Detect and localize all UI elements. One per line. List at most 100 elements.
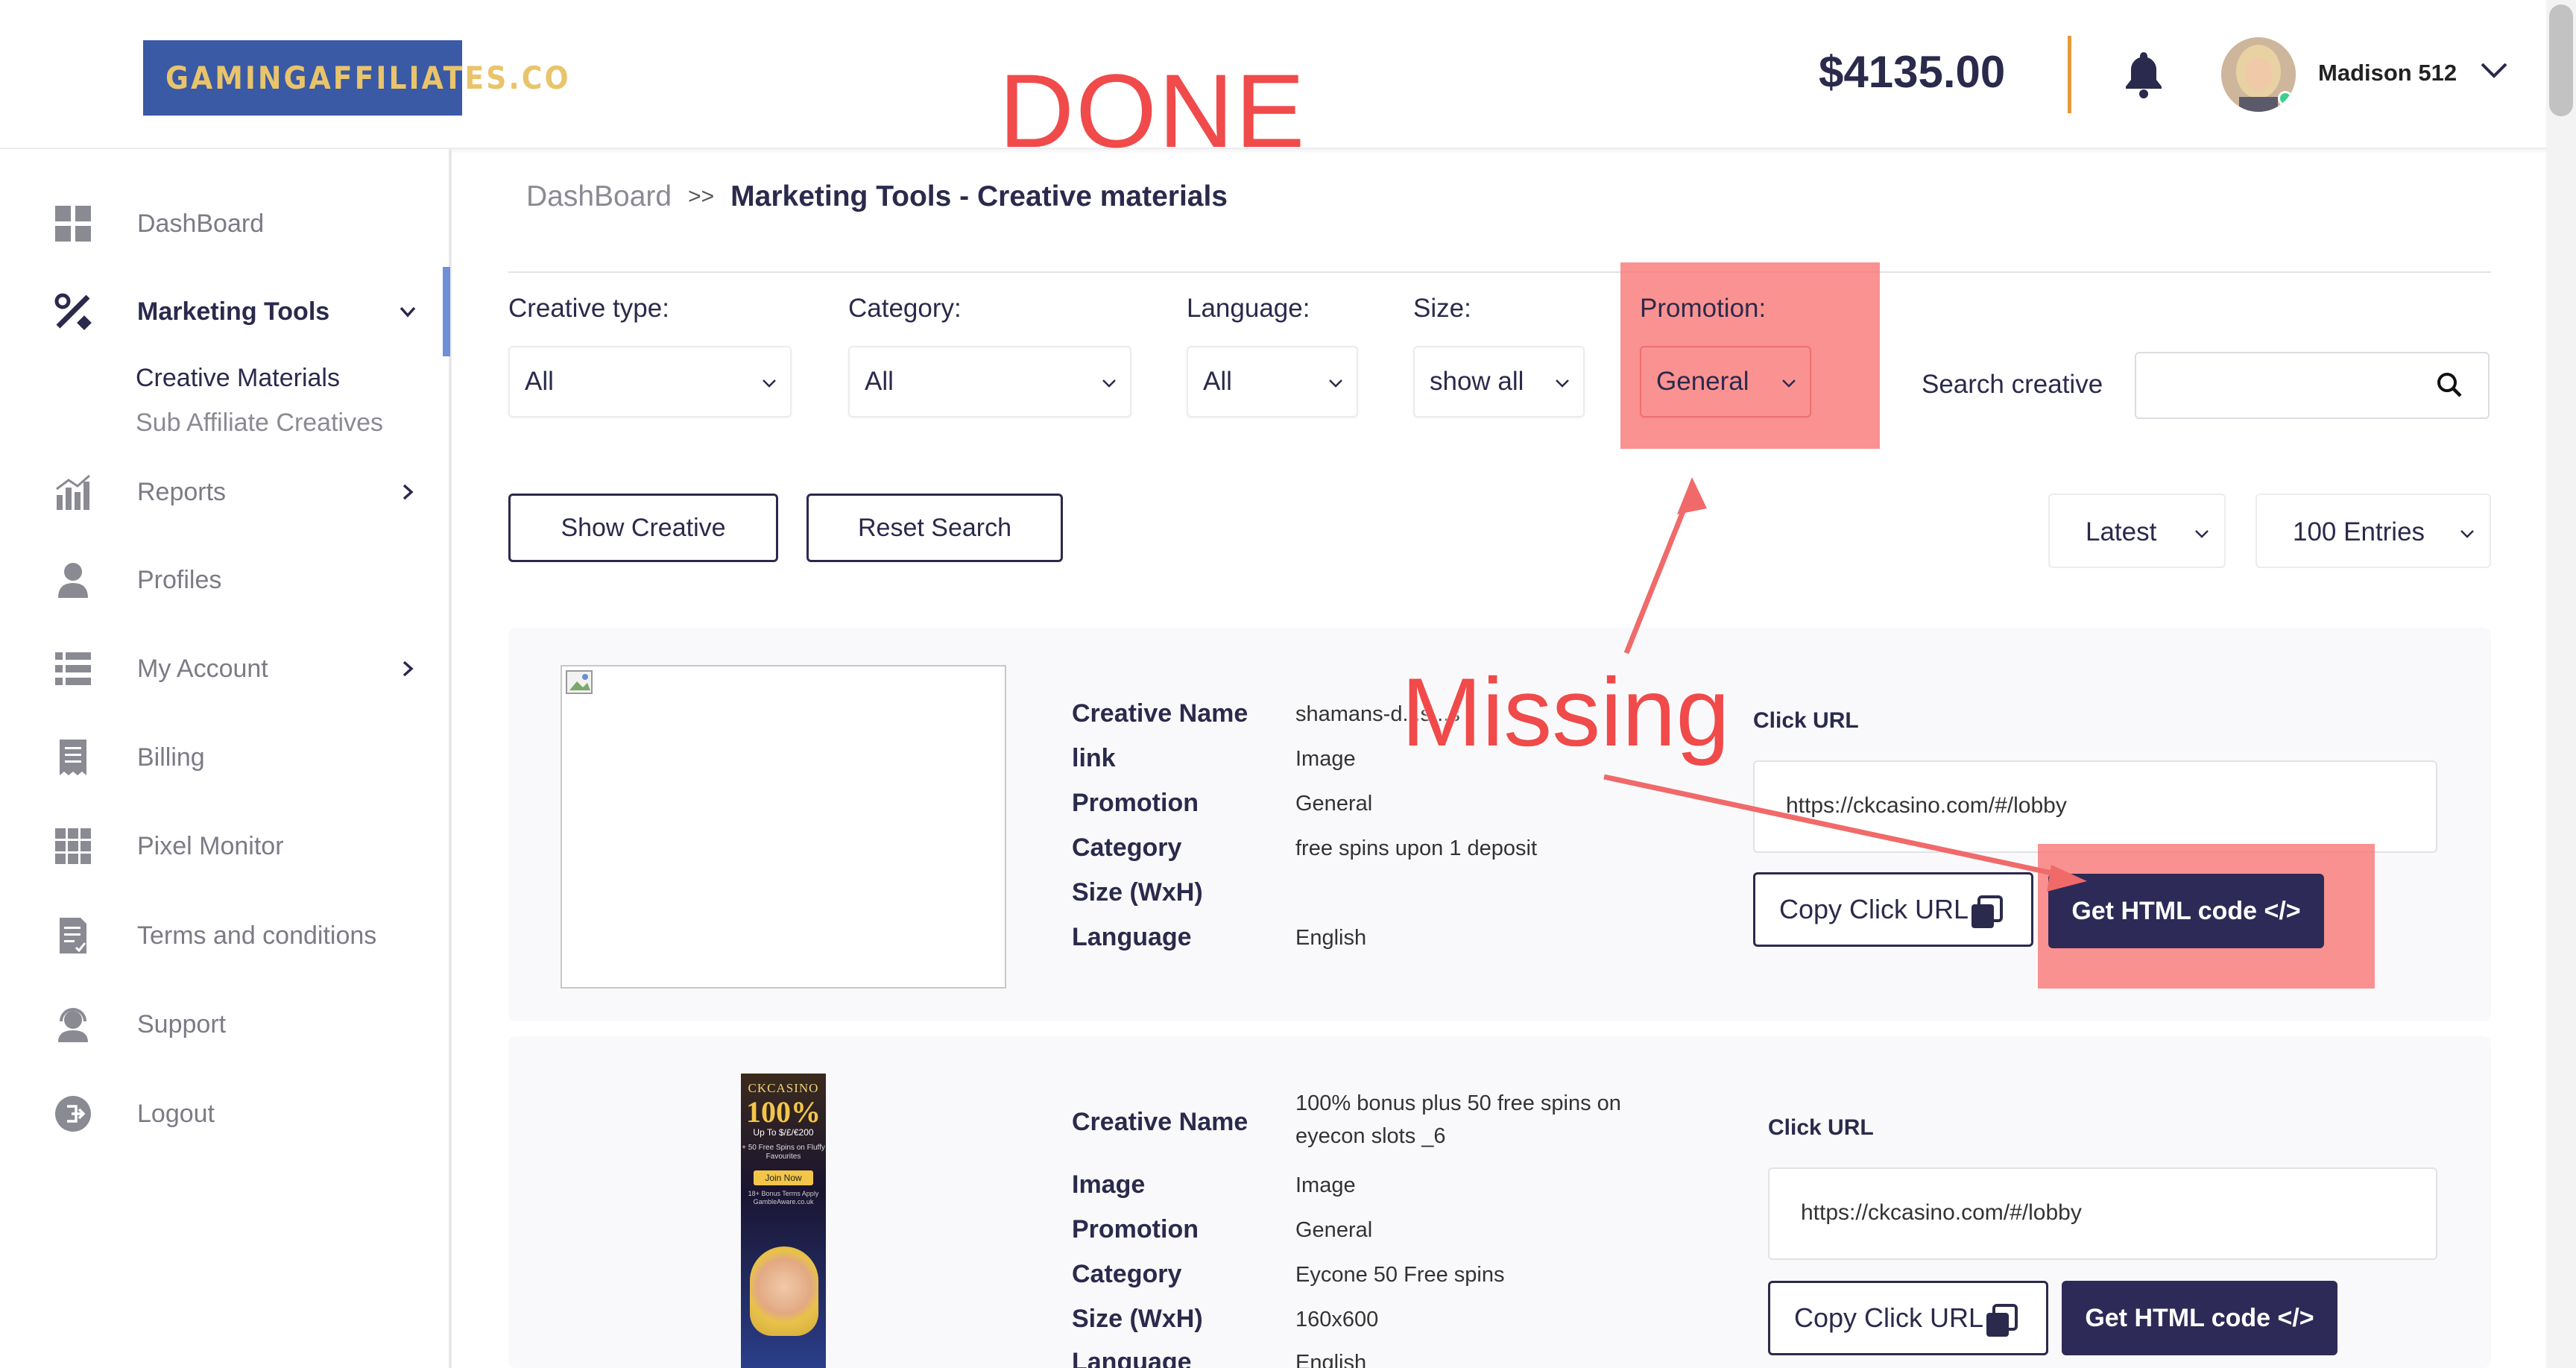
- click-url-label: Click URL: [1768, 1115, 1874, 1140]
- tools-icon: [54, 292, 92, 331]
- field-value: 160x600: [1295, 1308, 1379, 1331]
- field-key: Size (WxH): [1072, 1305, 1203, 1333]
- headset-icon: [54, 1005, 92, 1044]
- banner-cta: Join Now: [754, 1170, 813, 1185]
- size-value: show all: [1430, 367, 1524, 396]
- logout-icon: [54, 1094, 92, 1133]
- sidebar-subitem-sub-affiliate-creatives[interactable]: Sub Affiliate Creatives: [136, 409, 383, 438]
- click-url-value: https://ckcasino.com/#/lobby: [1801, 1200, 2082, 1225]
- language-label: Language:: [1187, 294, 1310, 323]
- chevron-right-icon[interactable]: [397, 481, 419, 503]
- username[interactable]: Madison 512: [2318, 60, 2457, 86]
- field-value: free spins upon 1 deposit: [1295, 836, 1538, 860]
- field-key: Creative Name: [1072, 699, 1248, 728]
- sidebar-item-terms[interactable]: Terms and conditions: [0, 906, 447, 965]
- language-value: All: [1203, 367, 1232, 396]
- field-value: Eycone 50 Free spins: [1295, 1263, 1505, 1287]
- field-value: General: [1295, 1218, 1373, 1242]
- dashboard-grid-icon: [54, 204, 92, 243]
- size-label: Size:: [1413, 294, 1471, 323]
- field-key: Promotion: [1072, 1215, 1199, 1244]
- balance-divider: [2068, 36, 2071, 113]
- chevron-down-icon: [1782, 379, 1796, 388]
- sidebar-item-label: DashBoard: [137, 209, 265, 238]
- breadcrumb: DashBoard >> Marketing Tools - Creative …: [526, 180, 1228, 213]
- annotation-done: DONE: [999, 52, 1307, 169]
- creative-thumbnail: [561, 665, 1006, 989]
- chevron-down-icon: [1102, 379, 1116, 388]
- click-url-field[interactable]: https://ckcasino.com/#/lobby: [1753, 760, 2437, 853]
- avatar[interactable]: [2221, 37, 2296, 112]
- field-key: Image: [1072, 1170, 1146, 1199]
- sidebar-item-label: My Account: [137, 654, 268, 683]
- chevron-down-icon: [2460, 530, 2474, 538]
- creative-type-select[interactable]: All: [508, 346, 792, 417]
- copy-icon: [1972, 895, 2003, 928]
- field-value: Image: [1295, 1173, 1356, 1197]
- chevron-down-icon[interactable]: [2479, 60, 2509, 82]
- field-key: Size (WxH): [1072, 878, 1203, 907]
- online-status-dot: [2278, 91, 2293, 106]
- sidebar-item-marketing-tools[interactable]: Marketing Tools: [0, 282, 447, 341]
- field-value: English: [1295, 926, 1367, 950]
- click-url-label: Click URL: [1753, 708, 1859, 733]
- breadcrumb-separator: >>: [688, 184, 715, 209]
- banner-extra: + 50 Free Spins on Fluffy Favourites: [742, 1144, 825, 1161]
- breadcrumb-root[interactable]: DashBoard: [526, 180, 672, 213]
- sidebar-item-reports[interactable]: Reports: [0, 462, 447, 522]
- show-creative-button[interactable]: Show Creative: [508, 494, 778, 562]
- scrollbar-thumb[interactable]: [2549, 4, 2573, 116]
- sidebar-item-logout[interactable]: Logout: [0, 1084, 447, 1144]
- reset-search-button[interactable]: Reset Search: [806, 494, 1063, 562]
- broken-image-icon: [566, 670, 593, 694]
- click-url-field[interactable]: https://ckcasino.com/#/lobby: [1768, 1167, 2437, 1260]
- field-value: Image: [1295, 747, 1356, 771]
- sidebar-item-label: Reports: [137, 477, 227, 506]
- bell-icon[interactable]: [2123, 49, 2165, 98]
- creative-type-value: All: [525, 367, 554, 396]
- sidebar-item-profiles[interactable]: Profiles: [0, 550, 447, 610]
- promotion-value: General: [1656, 367, 1749, 396]
- document-icon: [54, 916, 92, 955]
- chevron-down-icon: [1556, 379, 1569, 388]
- sidebar-item-pixel-monitor[interactable]: Pixel Monitor: [0, 816, 447, 876]
- copy-icon: [1986, 1304, 2018, 1337]
- user-icon: [54, 561, 92, 599]
- creative-banner-image: CKCASINO 100% Up To $/£/€200 + 50 Free S…: [741, 1074, 826, 1368]
- language-select[interactable]: All: [1187, 346, 1358, 417]
- copy-click-url-button[interactable]: Copy Click URL: [1753, 872, 2033, 947]
- get-html-code-button[interactable]: Get HTML code </>: [2062, 1281, 2337, 1355]
- field-key: Language: [1072, 1348, 1192, 1368]
- field-value: 100% bonus plus 50 free spins on eyecon …: [1295, 1091, 1621, 1148]
- field-key: Creative Name: [1072, 1108, 1248, 1136]
- chevron-right-icon[interactable]: [397, 658, 419, 680]
- sidebar-item-billing[interactable]: Billing: [0, 728, 447, 787]
- banner-model-photo: [750, 1246, 818, 1336]
- sidebar-item-dashboard[interactable]: DashBoard: [0, 194, 447, 253]
- sidebar-subitem-creative-materials[interactable]: Creative Materials: [136, 364, 340, 393]
- copy-click-url-button[interactable]: Copy Click URL: [1768, 1281, 2048, 1355]
- promotion-select[interactable]: General: [1640, 346, 1811, 417]
- sidebar-item-support[interactable]: Support: [0, 995, 447, 1054]
- scrollbar-track[interactable]: [2546, 0, 2576, 1368]
- sidebar-item-label: Billing: [137, 743, 205, 772]
- sidebar-item-my-account[interactable]: My Account: [0, 639, 447, 699]
- category-select[interactable]: All: [848, 346, 1131, 417]
- copy-click-url-label: Copy Click URL: [1794, 1302, 1984, 1333]
- sidebar-item-label: Pixel Monitor: [137, 831, 284, 860]
- sidebar-item-label: Marketing Tools: [137, 297, 330, 326]
- sort-select[interactable]: Latest: [2048, 494, 2226, 568]
- logo[interactable]: GAMINGAFFILIATES.CO: [143, 40, 569, 116]
- search-icon[interactable]: [2434, 370, 2464, 400]
- field-key: link: [1072, 744, 1116, 772]
- grid-icon: [54, 827, 92, 866]
- banner-terms: 18+ Bonus Terms Apply GambleAware.co.uk: [748, 1190, 819, 1205]
- creative-type-label: Creative type:: [508, 294, 669, 323]
- entries-select[interactable]: 100 Entries: [2255, 494, 2491, 568]
- size-select[interactable]: show all: [1413, 346, 1585, 417]
- arrow-to-promotion: [1623, 477, 1707, 655]
- chevron-down-icon[interactable]: [397, 300, 419, 323]
- get-html-code-button[interactable]: Get HTML code </>: [2048, 874, 2324, 948]
- banner-headline: 100%: [746, 1095, 821, 1129]
- account-balance: $4135.00: [1819, 47, 2006, 97]
